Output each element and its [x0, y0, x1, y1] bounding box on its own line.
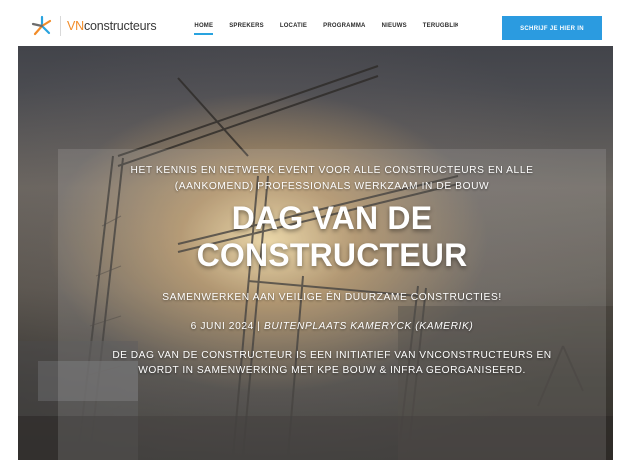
hero-subtitle: SAMENWERKEN AAN VEILIGE ÉN DUURZAME CONS… [162, 292, 502, 303]
logo-suffix: constructeurs [83, 19, 157, 33]
hero-description-line-1: DE DAG VAN DE CONSTRUCTEUR IS EEN INITIA… [112, 350, 552, 361]
nav-item-nieuws[interactable]: NIEUWS [374, 6, 415, 46]
hero-title: DAG VAN DE CONSTRUCTEUR [58, 200, 606, 274]
header-cta-area: SCHRIJF JE HIER IN [458, 6, 613, 46]
nav-item-programma[interactable]: PROGRAMMA [315, 6, 373, 46]
hero-intro-line-1: HET KENNIS EN NETWERK EVENT VOOR ALLE CO… [130, 165, 534, 176]
event-date-location: 6 JUNI 2024 | BUITENPLAATS KAMERYCK (KAM… [58, 321, 606, 332]
hero-title-line-1: DAG VAN DE [231, 200, 433, 236]
hero-intro: HET KENNIS EN NETWERK EVENT VOOR ALLE CO… [58, 163, 606, 195]
nav-item-locatie[interactable]: LOCATIE [272, 6, 315, 46]
hero-intro-line-2: (AANKOMEND) PROFESSIONALS WERKZAAM IN DE… [174, 181, 490, 192]
date-separator: | [253, 321, 264, 332]
event-date: 6 JUNI 2024 [190, 321, 254, 332]
main-nav: HOME SPREKERS LOCATIE PROGRAMMA NIEUWS T… [186, 6, 467, 46]
hero-page: VNconstructeurs HOME SPREKERS LOCATIE PR… [18, 6, 613, 460]
nav-item-sprekers[interactable]: SPREKERS [221, 6, 272, 46]
logo-divider [60, 16, 61, 36]
hero-overlay [58, 149, 606, 460]
site-logo[interactable]: VNconstructeurs [30, 6, 157, 46]
register-button[interactable]: SCHRIJF JE HIER IN [502, 16, 602, 40]
site-header: VNconstructeurs HOME SPREKERS LOCATIE PR… [18, 6, 459, 46]
hero-title-line-2: CONSTRUCTEUR [196, 237, 468, 273]
nav-item-home[interactable]: HOME [186, 6, 221, 46]
logo-wordmark: VNconstructeurs [67, 19, 157, 33]
logo-prefix: VN [67, 19, 84, 33]
hero-description-line-2: WORDT IN SAMENWERKING MET KPE BOUW & INF… [138, 365, 526, 376]
vn-star-logo-icon [31, 15, 52, 36]
hero-description: DE DAG VAN DE CONSTRUCTEUR IS EEN INITIA… [58, 348, 606, 378]
event-location: BUITENPLAATS KAMERYCK (KAMERIK) [263, 321, 474, 332]
